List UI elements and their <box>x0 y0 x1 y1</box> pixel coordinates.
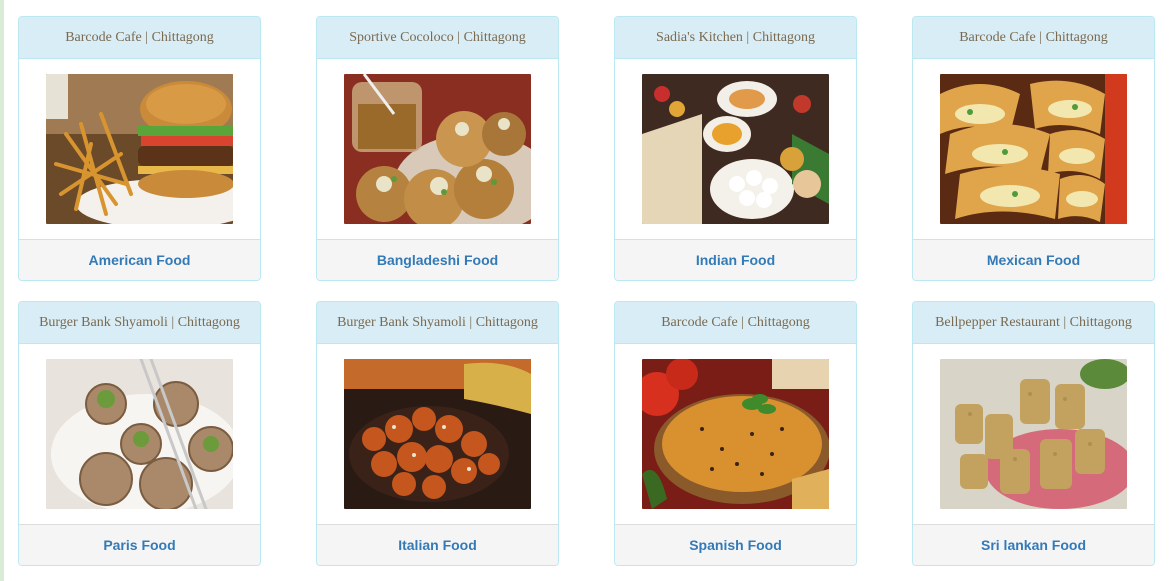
card-image-area <box>19 59 260 239</box>
card-restaurant-header: Sadia's Kitchen | Chittagong <box>615 17 856 59</box>
food-card: Sportive Cocoloco | Chittagong Banglades… <box>316 16 559 281</box>
chicken-manchurian-photo[interactable] <box>344 359 531 509</box>
card-footer: Indian Food <box>615 239 856 280</box>
card-restaurant-header: Sportive Cocoloco | Chittagong <box>317 17 558 59</box>
food-category-link[interactable]: Indian Food <box>696 252 775 268</box>
escargot-photo[interactable] <box>46 359 233 509</box>
card-restaurant-header: Burger Bank Shyamoli | Chittagong <box>317 302 558 344</box>
food-card: Barcode Cafe | Chittagong Spanish Food <box>614 301 857 566</box>
card-restaurant-header: Bellpepper Restaurant | Chittagong <box>913 302 1154 344</box>
card-footer: Sri lankan Food <box>913 524 1154 565</box>
food-card: Barcode Cafe | Chittagong <box>18 16 261 281</box>
spanish-rice-photo[interactable] <box>642 359 829 509</box>
card-image-area <box>615 59 856 239</box>
food-category-link[interactable]: American Food <box>89 252 191 268</box>
food-category-link[interactable]: Paris Food <box>103 537 175 553</box>
card-restaurant-header: Barcode Cafe | Chittagong <box>19 17 260 59</box>
card-footer: Italian Food <box>317 524 558 565</box>
card-image-area <box>19 344 260 524</box>
sweets-photo[interactable] <box>940 359 1127 509</box>
card-restaurant-header: Barcode Cafe | Chittagong <box>913 17 1154 59</box>
food-card: Burger Bank Shyamoli | Chittagong Italia… <box>316 301 559 566</box>
card-image-area <box>317 344 558 524</box>
food-category-link[interactable]: Spanish Food <box>689 537 782 553</box>
food-card: Burger Bank Shyamoli | Chittagong Paris … <box>18 301 261 566</box>
food-card: Sadia's Kitchen | Chittagong Indian Food <box>614 16 857 281</box>
card-footer: American Food <box>19 239 260 280</box>
food-card: Barcode Cafe | Chittagong <box>912 16 1155 281</box>
card-image-area <box>615 344 856 524</box>
food-category-link[interactable]: Bangladeshi Food <box>377 252 498 268</box>
food-category-link[interactable]: Italian Food <box>398 537 477 553</box>
indian-platter-photo[interactable] <box>642 74 829 224</box>
card-footer: Bangladeshi Food <box>317 239 558 280</box>
burger-fries-photo[interactable] <box>46 74 233 224</box>
card-image-area <box>913 59 1154 239</box>
food-card-grid: Barcode Cafe | Chittagong American Food … <box>18 16 1155 566</box>
food-card: Bellpepper Restaurant | Chittagong Sri l… <box>912 301 1155 566</box>
card-restaurant-header: Barcode Cafe | Chittagong <box>615 302 856 344</box>
page-left-rule <box>0 0 4 581</box>
card-image-area <box>317 59 558 239</box>
card-footer: Mexican Food <box>913 239 1154 280</box>
card-restaurant-header: Burger Bank Shyamoli | Chittagong <box>19 302 260 344</box>
card-footer: Spanish Food <box>615 524 856 565</box>
card-image-area <box>913 344 1154 524</box>
food-category-link[interactable]: Sri lankan Food <box>981 537 1086 553</box>
card-footer: Paris Food <box>19 524 260 565</box>
fuchka-photo[interactable] <box>344 74 531 224</box>
tacos-photo[interactable] <box>940 74 1127 224</box>
food-category-link[interactable]: Mexican Food <box>987 252 1080 268</box>
